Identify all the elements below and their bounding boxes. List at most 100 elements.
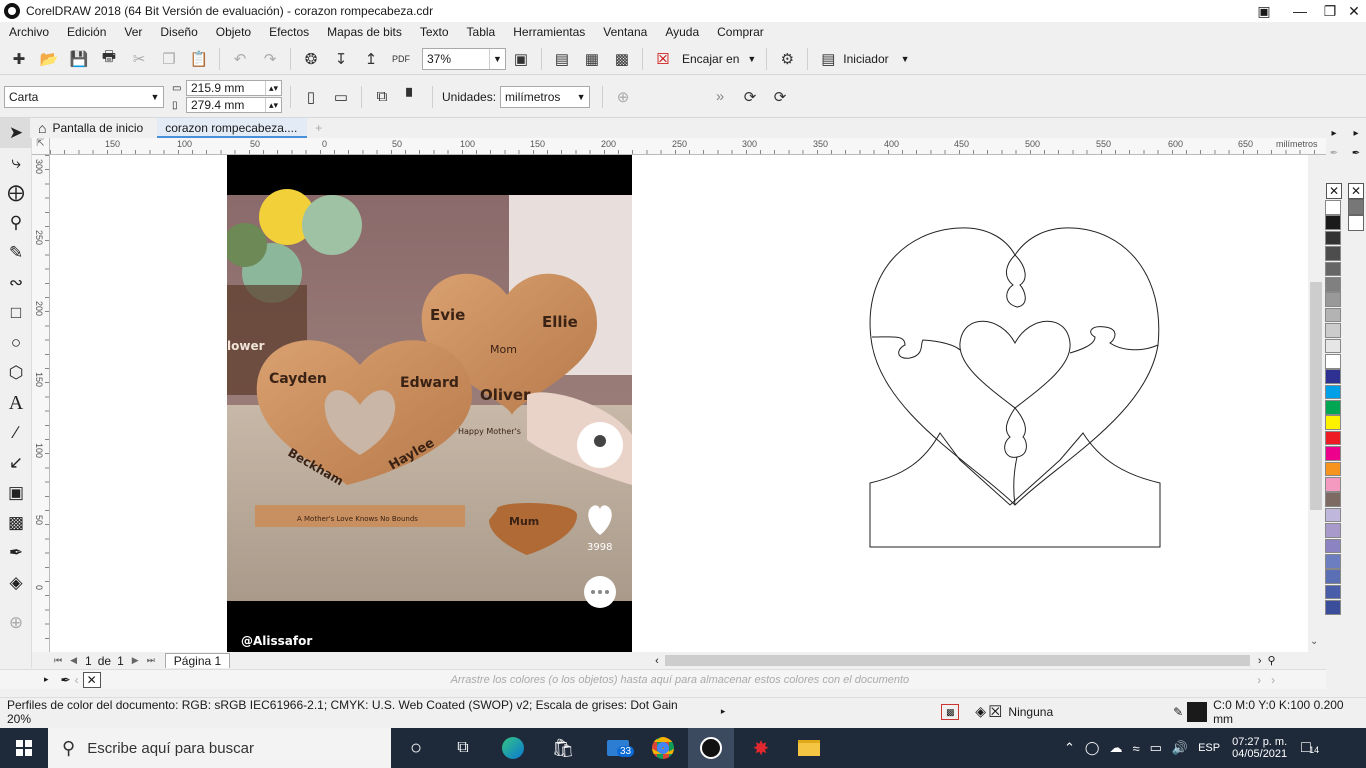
- spin-icon[interactable]: ▴▾: [265, 98, 281, 112]
- super-nudge-icon[interactable]: ⟳: [768, 85, 792, 109]
- palette-swatch[interactable]: [1325, 446, 1341, 461]
- palette-swatch[interactable]: [1325, 415, 1341, 431]
- tray-chevron-icon[interactable]: ⌃: [1064, 740, 1075, 756]
- maximize-button[interactable]: ❐: [1318, 0, 1342, 22]
- palette-swatch[interactable]: [1325, 492, 1341, 508]
- puzzle-tab-left[interactable]: [871, 336, 961, 359]
- battery-icon[interactable]: ▭: [1150, 740, 1162, 756]
- menu-texto[interactable]: Texto: [411, 22, 458, 42]
- rectangle-tool-icon[interactable]: □: [0, 298, 32, 328]
- palette-swatch[interactable]: [1325, 538, 1341, 554]
- menu-archivo[interactable]: Archivo: [0, 22, 58, 42]
- palette-swatch[interactable]: [1325, 338, 1341, 354]
- paste-icon[interactable]: 📋: [187, 47, 211, 71]
- taskbar-search-box[interactable]: ⚲ Escribe aquí para buscar: [48, 728, 391, 768]
- transparency-icon[interactable]: ▩: [0, 508, 32, 538]
- last-page-icon[interactable]: ⏭: [147, 655, 155, 666]
- tab-home[interactable]: ⌂ Pantalla de inicio: [30, 118, 151, 138]
- menu-ventana[interactable]: Ventana: [594, 22, 656, 42]
- close-button[interactable]: ✕: [1342, 0, 1366, 22]
- add-tab-button[interactable]: +: [307, 118, 330, 138]
- palette-swatch[interactable]: [1348, 199, 1364, 215]
- palette-swatch[interactable]: [1325, 507, 1341, 523]
- nudge-icon[interactable]: ⊕: [611, 85, 635, 109]
- horizontal-ruler[interactable]: 150 100 50 0 50 100 150 200 250 300 350 …: [50, 138, 1326, 155]
- onedrive-icon[interactable]: ☁: [1109, 740, 1122, 756]
- menu-herramientas[interactable]: Herramientas: [504, 22, 594, 42]
- zoom-level-select[interactable]: 37% ▼: [422, 47, 506, 70]
- menu-comprar[interactable]: Comprar: [708, 22, 773, 42]
- palette-swatch[interactable]: [1325, 430, 1341, 446]
- palette-swatch[interactable]: [1325, 230, 1341, 246]
- puzzle-cut-line[interactable]: [1013, 456, 1018, 506]
- puzzle-tab-top[interactable]: [1006, 254, 1026, 308]
- all-pages-icon[interactable]: ⧉: [370, 85, 394, 109]
- language-indicator[interactable]: ESP: [1198, 742, 1220, 754]
- launcher-dropdown[interactable]: ▤ Iniciador ▼: [813, 47, 909, 71]
- print-icon[interactable]: 🖶: [97, 47, 121, 71]
- tab-document[interactable]: corazon rompecabeza....: [157, 118, 308, 138]
- colorwell-right-icon[interactable]: ›: [1257, 673, 1261, 687]
- palette-swatch[interactable]: [1325, 600, 1341, 615]
- palette-swatch[interactable]: [1325, 553, 1341, 569]
- palette-swatch[interactable]: [1325, 353, 1341, 369]
- notification-center-icon[interactable]: □ 14: [1301, 739, 1319, 757]
- search-content-icon[interactable]: ❂: [299, 47, 323, 71]
- prev-page-icon[interactable]: ◀: [70, 655, 77, 666]
- palette-swatch[interactable]: [1348, 215, 1364, 231]
- tray-app-icon[interactable]: ◯: [1085, 740, 1100, 756]
- add-tool-icon[interactable]: ⊕: [0, 608, 32, 638]
- crop-tool-icon[interactable]: ⨁: [0, 178, 32, 208]
- puzzle-tab-bottom[interactable]: [1004, 407, 1027, 458]
- vertical-scrollbar-thumb[interactable]: [1310, 282, 1322, 510]
- import-icon[interactable]: ↧: [329, 47, 353, 71]
- colorwell-left-icon[interactable]: ‹: [75, 673, 79, 687]
- redo-icon[interactable]: ↷: [258, 47, 282, 71]
- menu-mapas-de-bits[interactable]: Mapas de bits: [318, 22, 411, 42]
- horizontal-scrollbar-thumb[interactable]: [664, 655, 1250, 666]
- interactive-fill-icon[interactable]: ◈: [0, 568, 32, 598]
- snap-off-icon[interactable]: ☒: [651, 47, 675, 71]
- chrome-icon[interactable]: [640, 728, 686, 768]
- undo-icon[interactable]: ↶: [228, 47, 252, 71]
- landscape-icon[interactable]: ▭: [329, 85, 353, 109]
- cortana-icon[interactable]: ○: [393, 728, 439, 768]
- options-gear-icon[interactable]: ⚙: [775, 47, 799, 71]
- guidelines-icon[interactable]: ▩: [610, 47, 634, 71]
- palette-menu-icon[interactable]: ▸: [1346, 128, 1366, 148]
- mail-icon[interactable]: 33: [595, 728, 641, 768]
- clock[interactable]: 07:27 p. m. 04/05/2021: [1232, 736, 1287, 760]
- palette-menu-icon[interactable]: ▸: [1325, 128, 1343, 148]
- palette-eyedropper-icon[interactable]: ✒: [1346, 148, 1366, 162]
- colorwell-menu-icon[interactable]: ▸: [44, 674, 49, 685]
- start-button[interactable]: [0, 728, 48, 768]
- grid-icon[interactable]: ▦: [580, 47, 604, 71]
- imported-photo[interactable]: Evie Ellie Mom Cayden Edward Oliver Beck…: [223, 155, 632, 652]
- new-document-icon[interactable]: ✚: [7, 47, 31, 71]
- outline-color-swatch[interactable]: [1187, 701, 1208, 722]
- restore-ui-button[interactable]: ▣: [1246, 0, 1282, 22]
- store-icon[interactable]: 🛍: [540, 728, 586, 768]
- page-height-input[interactable]: 279.4 mm ▴▾: [186, 97, 282, 113]
- palette-swatch[interactable]: [1325, 323, 1341, 338]
- palette-swatch[interactable]: [1325, 461, 1341, 477]
- coreldraw-taskbar-icon[interactable]: [688, 728, 734, 768]
- export-icon[interactable]: ↥: [359, 47, 383, 71]
- colorwell-more-icon[interactable]: ›: [1271, 673, 1275, 687]
- artistic-media-icon[interactable]: ∾: [0, 268, 32, 298]
- menu-objeto[interactable]: Objeto: [207, 22, 260, 42]
- puzzle-stand-shape[interactable]: [869, 432, 1161, 548]
- palette-swatch[interactable]: [1325, 400, 1341, 415]
- heart-puzzle-drawing[interactable]: [865, 225, 1165, 555]
- menu-ayuda[interactable]: Ayuda: [656, 22, 708, 42]
- eyedropper-icon[interactable]: ✒: [0, 538, 32, 568]
- no-color-swatch[interactable]: ✕: [1326, 183, 1342, 199]
- palette-swatch[interactable]: [1325, 292, 1341, 307]
- no-color-swatch[interactable]: ✕: [1348, 183, 1364, 199]
- palette-swatch[interactable]: [1325, 307, 1341, 323]
- scroll-down-icon[interactable]: ⌄: [1310, 636, 1318, 647]
- palette-swatch[interactable]: [1325, 384, 1341, 400]
- connector-tool-icon[interactable]: ↙: [0, 448, 32, 478]
- menu-edicion[interactable]: Edición: [58, 22, 115, 42]
- document-color-well[interactable]: ▸ ✒ ‹ ✕ Arrastre los colores (o los obje…: [0, 669, 1326, 689]
